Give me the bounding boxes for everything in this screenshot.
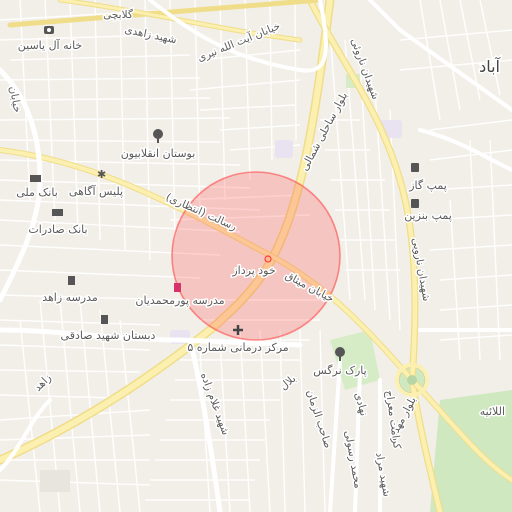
- poi-label-khodpardaz: خود پرداز: [231, 264, 275, 277]
- poi-label-police: پلیس آگاهی: [69, 184, 123, 198]
- fuel-icon: [411, 163, 419, 172]
- tree-icon: [335, 347, 345, 357]
- poi-label-boostan: بوستان انقلابیون: [121, 147, 196, 160]
- poi-label-khane: خانه آل یاسین: [18, 38, 82, 52]
- poi-label-markaz: مرکز درمانی شماره ۵: [187, 341, 288, 354]
- fuel-icon: [411, 199, 419, 208]
- poi-label-gas: پمپ گاز: [408, 179, 447, 192]
- poi-label-school-zahed: مدرسه زاهد: [42, 291, 98, 304]
- road-label-top-left: گلابچی: [103, 8, 133, 21]
- poi-label-dabestan: دبستان شهید صادقی: [61, 329, 156, 342]
- poi-label-park: پارک نرگس: [313, 364, 366, 377]
- bank-icon: [52, 209, 63, 216]
- school-icon: [68, 276, 75, 285]
- police-icon: ✱: [97, 168, 106, 181]
- school-icon: [174, 283, 181, 292]
- area-label-abad: آباد: [479, 57, 501, 76]
- school-icon: [101, 315, 108, 324]
- bank-icon: [30, 175, 41, 182]
- poi-lalle[interactable]: اللائیه: [478, 404, 506, 420]
- map-view[interactable]: گلابچی شهید زاهدی خیابان آیت الله نیری ب…: [0, 0, 512, 512]
- poi-khodpardaz[interactable]: خود پرداز: [230, 263, 277, 279]
- poi-label-bank-saderat: بانک صادرات: [28, 223, 87, 236]
- radius-circle[interactable]: [171, 171, 341, 341]
- poi-label-benzin: پمپ بنزین: [404, 209, 452, 222]
- tree-icon: [153, 129, 163, 139]
- poi-label-school-poor: مدرسه پورمحمدیان: [135, 294, 224, 307]
- poi-label-bank-melli: بانک ملی: [16, 186, 58, 199]
- poi-label-lalle: اللائیه: [480, 405, 505, 418]
- map-canvas[interactable]: گلابچی شهید زاهدی خیابان آیت الله نیری ب…: [0, 0, 512, 512]
